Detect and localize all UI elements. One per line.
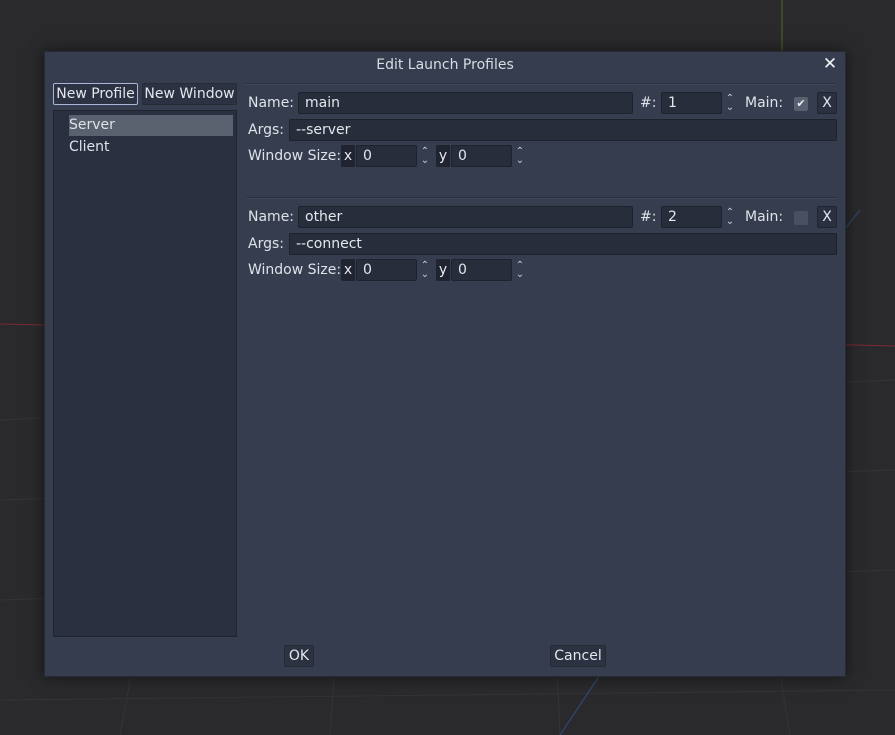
name-input[interactable]: main xyxy=(298,92,633,114)
new-profile-button[interactable]: New Profile xyxy=(53,83,138,105)
window-separator xyxy=(246,197,836,199)
window-separator xyxy=(246,83,836,85)
args-input[interactable]: --connect xyxy=(289,233,837,255)
y-axis-label: y xyxy=(436,145,450,167)
name-input[interactable]: other xyxy=(298,206,633,228)
ok-button[interactable]: OK xyxy=(284,645,314,667)
args-input[interactable]: --server xyxy=(289,119,837,141)
x-axis-label: x xyxy=(341,145,355,167)
name-label: Name: xyxy=(248,209,295,225)
window-height-spinbox[interactable]: 0 xyxy=(451,145,512,167)
name-label: Name: xyxy=(248,95,295,111)
height-spin-arrows-icon[interactable]: ⌃ ⌄ xyxy=(514,261,526,280)
main-checkbox[interactable]: ✔ xyxy=(794,97,808,111)
main-checkbox[interactable] xyxy=(794,211,808,225)
count-spin-arrows-icon[interactable]: ⌃ ⌄ xyxy=(724,208,736,227)
window-size-label: Window Size: xyxy=(248,262,342,278)
profile-item-client[interactable]: Client xyxy=(69,137,233,158)
x-axis-label: x xyxy=(341,259,355,281)
profile-item-label: Client xyxy=(69,139,110,155)
window-size-label: Window Size: xyxy=(248,148,342,164)
profile-item-label: Server xyxy=(69,117,115,133)
count-spinbox[interactable]: 1 xyxy=(661,92,722,114)
window-width-spinbox[interactable]: 0 xyxy=(356,259,417,281)
y-axis-label: y xyxy=(436,259,450,281)
width-spin-arrows-icon[interactable]: ⌃ ⌄ xyxy=(419,147,431,166)
remove-window-button[interactable]: X xyxy=(817,92,837,114)
window-height-spinbox[interactable]: 0 xyxy=(451,259,512,281)
new-window-button[interactable]: New Window xyxy=(142,83,237,105)
remove-window-button[interactable]: X xyxy=(817,206,837,228)
count-spinbox[interactable]: 2 xyxy=(661,206,722,228)
count-label: #: xyxy=(640,209,657,225)
main-label: Main: xyxy=(745,95,784,111)
count-spin-arrows-icon[interactable]: ⌃ ⌄ xyxy=(724,94,736,113)
width-spin-arrows-icon[interactable]: ⌃ ⌄ xyxy=(419,261,431,280)
window-width-spinbox[interactable]: 0 xyxy=(356,145,417,167)
height-spin-arrows-icon[interactable]: ⌃ ⌄ xyxy=(514,147,526,166)
dialog-title: Edit Launch Profiles xyxy=(376,57,514,73)
profile-item-server[interactable]: Server xyxy=(69,115,233,136)
main-label: Main: xyxy=(745,209,784,225)
args-label: Args: xyxy=(248,236,284,252)
edit-launch-profiles-dialog: Edit Launch Profiles ✕ New Profile New W… xyxy=(44,51,846,677)
close-icon[interactable]: ✕ xyxy=(821,55,839,73)
profile-list: Server Client xyxy=(53,110,237,637)
count-label: #: xyxy=(640,95,657,111)
args-label: Args: xyxy=(248,122,284,138)
cancel-button[interactable]: Cancel xyxy=(550,645,606,667)
